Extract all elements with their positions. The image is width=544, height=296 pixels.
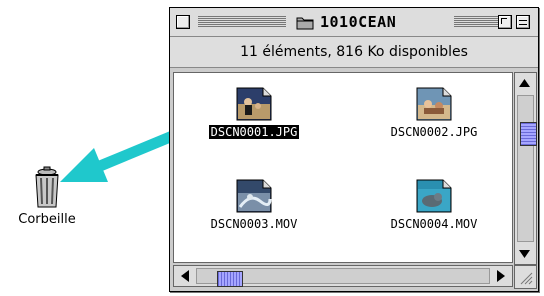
title-bar[interactable]: 1010CEAN bbox=[170, 8, 538, 37]
file-item[interactable]: DSCN0003.MOV bbox=[184, 179, 324, 232]
vertical-scrollbar[interactable] bbox=[514, 72, 537, 265]
desktop-trash[interactable]: Corbeille bbox=[6, 166, 88, 227]
scroll-right-arrow-icon[interactable] bbox=[491, 267, 510, 285]
horizontal-scrollbar[interactable] bbox=[173, 265, 513, 287]
movie-thumbnail-icon[interactable] bbox=[236, 179, 272, 213]
file-name[interactable]: DSCN0001.JPG bbox=[208, 125, 300, 139]
file-name[interactable]: DSCN0004.MOV bbox=[389, 217, 480, 231]
file-item[interactable]: DSCN0004.MOV bbox=[364, 179, 504, 232]
scroll-up-arrow-icon[interactable] bbox=[515, 74, 534, 92]
movie-thumbnail-icon[interactable] bbox=[416, 179, 452, 213]
info-text: 11 éléments, 816 Ko disponibles bbox=[240, 44, 468, 60]
vertical-scroll-track[interactable] bbox=[517, 95, 537, 242]
zoom-box[interactable] bbox=[498, 15, 512, 29]
window-title: 1010CEAN bbox=[290, 11, 403, 33]
horizontal-scroll-track[interactable] bbox=[196, 268, 490, 287]
file-item[interactable]: DSCN0001.JPG bbox=[184, 87, 324, 140]
horizontal-scroll-thumb[interactable] bbox=[217, 271, 243, 287]
jpeg-thumbnail-icon[interactable] bbox=[236, 87, 272, 121]
window-title-text: 1010CEAN bbox=[320, 13, 397, 31]
collapse-box[interactable] bbox=[516, 15, 530, 29]
title-stripes-left bbox=[198, 16, 286, 27]
trash-icon[interactable] bbox=[30, 166, 64, 210]
vertical-scroll-thumb[interactable] bbox=[520, 122, 537, 146]
scroll-down-arrow-icon[interactable] bbox=[515, 245, 534, 263]
scroll-left-arrow-icon[interactable] bbox=[176, 267, 195, 285]
resize-grip-icon[interactable] bbox=[514, 265, 537, 289]
info-bar: 11 éléments, 816 Ko disponibles bbox=[170, 37, 538, 68]
title-stripes-right bbox=[454, 16, 502, 27]
grip-lines-icon bbox=[520, 272, 533, 285]
file-area[interactable]: DSCN0001.JPG DSCN0002.JPG DSCN0003.MOV D… bbox=[173, 72, 513, 263]
file-name[interactable]: DSCN0003.MOV bbox=[209, 217, 300, 231]
file-name[interactable]: DSCN0002.JPG bbox=[389, 125, 480, 139]
trash-label: Corbeille bbox=[18, 212, 76, 227]
finder-window: 1010CEAN 11 éléments, 816 Ko disponibles… bbox=[169, 7, 539, 292]
file-item[interactable]: DSCN0002.JPG bbox=[364, 87, 504, 140]
folder-icon bbox=[296, 17, 314, 29]
jpeg-thumbnail-icon[interactable] bbox=[416, 87, 452, 121]
close-box[interactable] bbox=[176, 15, 190, 29]
